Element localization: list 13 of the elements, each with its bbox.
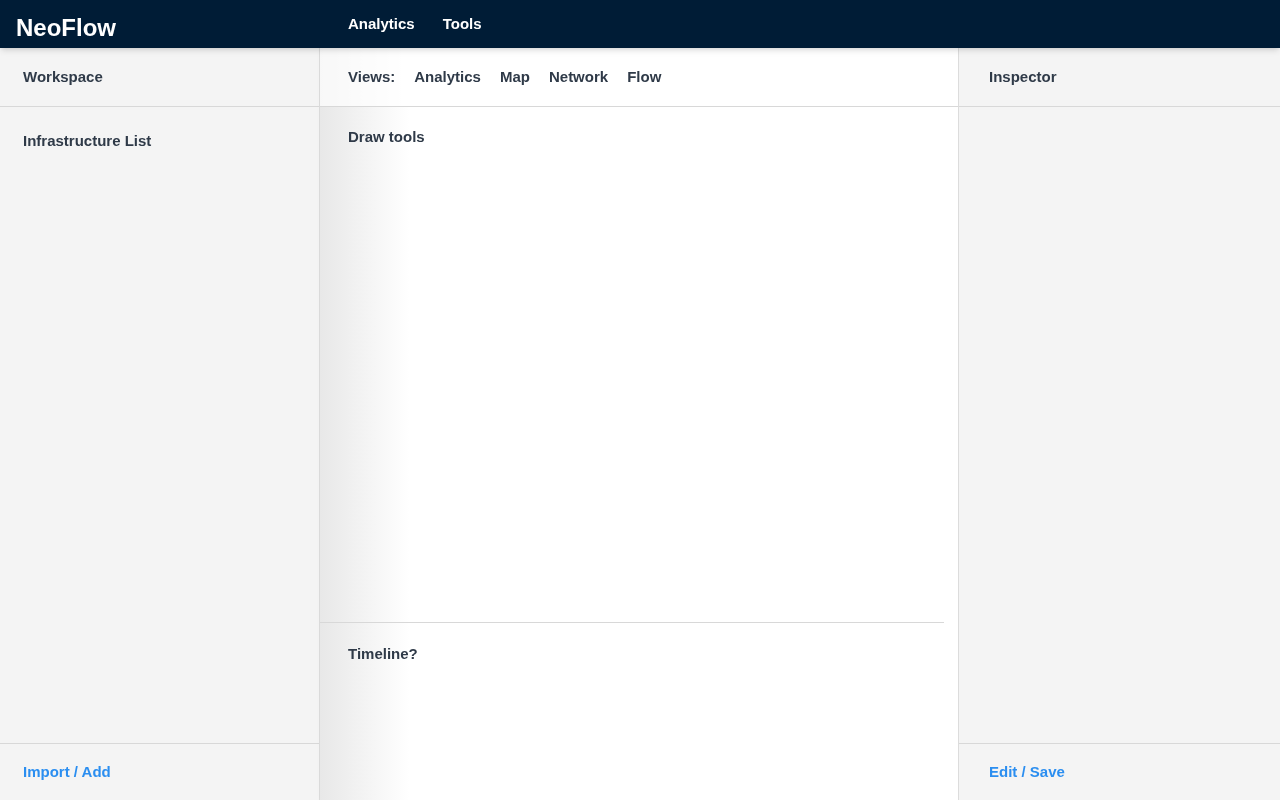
panel-title: Workspace <box>23 66 103 87</box>
app-title: NeoFlow <box>16 14 116 41</box>
view-link[interactable]: Analytics <box>414 65 481 89</box>
view-link[interactable]: Flow <box>627 65 662 89</box>
panel-title: Inspector <box>989 66 1057 87</box>
nav-link[interactable]: Analytics <box>348 12 415 36</box>
timeline-title: Timeline? <box>348 645 418 662</box>
views-label: Views: <box>348 66 396 87</box>
nav-link[interactable]: Tools <box>442 12 482 36</box>
canvas-title: Draw tools <box>348 128 425 145</box>
view-link[interactable]: Network <box>548 65 609 89</box>
section-title: Infrastructure List <box>23 132 152 149</box>
view-link[interactable]: Map <box>499 65 530 89</box>
